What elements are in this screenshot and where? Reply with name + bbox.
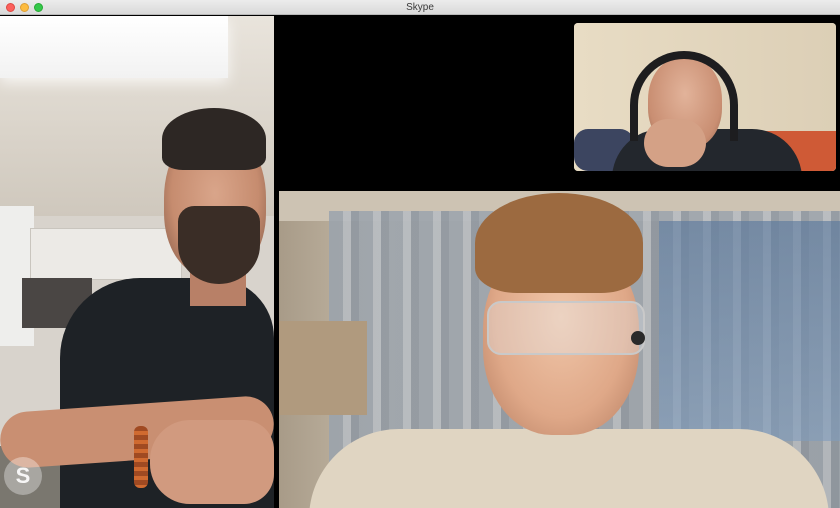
- skylight: [0, 16, 228, 78]
- window-title: Skype: [406, 2, 434, 13]
- person-hand: [150, 420, 274, 504]
- kitchen-cabinet: [30, 228, 182, 280]
- window-titlebar: Skype: [0, 0, 840, 15]
- person-beard: [178, 206, 260, 284]
- person-hair: [475, 193, 643, 293]
- person-torso: [309, 429, 829, 508]
- shelf: [279, 321, 367, 415]
- participant-video-left[interactable]: S: [0, 16, 274, 508]
- skype-logo-icon: S: [4, 457, 42, 495]
- glasses: [487, 301, 645, 355]
- window: [659, 221, 840, 441]
- person-hair: [162, 108, 266, 170]
- earbud: [631, 331, 645, 345]
- person-hand: [644, 119, 706, 167]
- bracelet: [134, 426, 148, 488]
- skype-logo-letter: S: [15, 463, 31, 488]
- participant-video-bottom[interactable]: [279, 191, 840, 508]
- self-preview-video[interactable]: [574, 23, 836, 171]
